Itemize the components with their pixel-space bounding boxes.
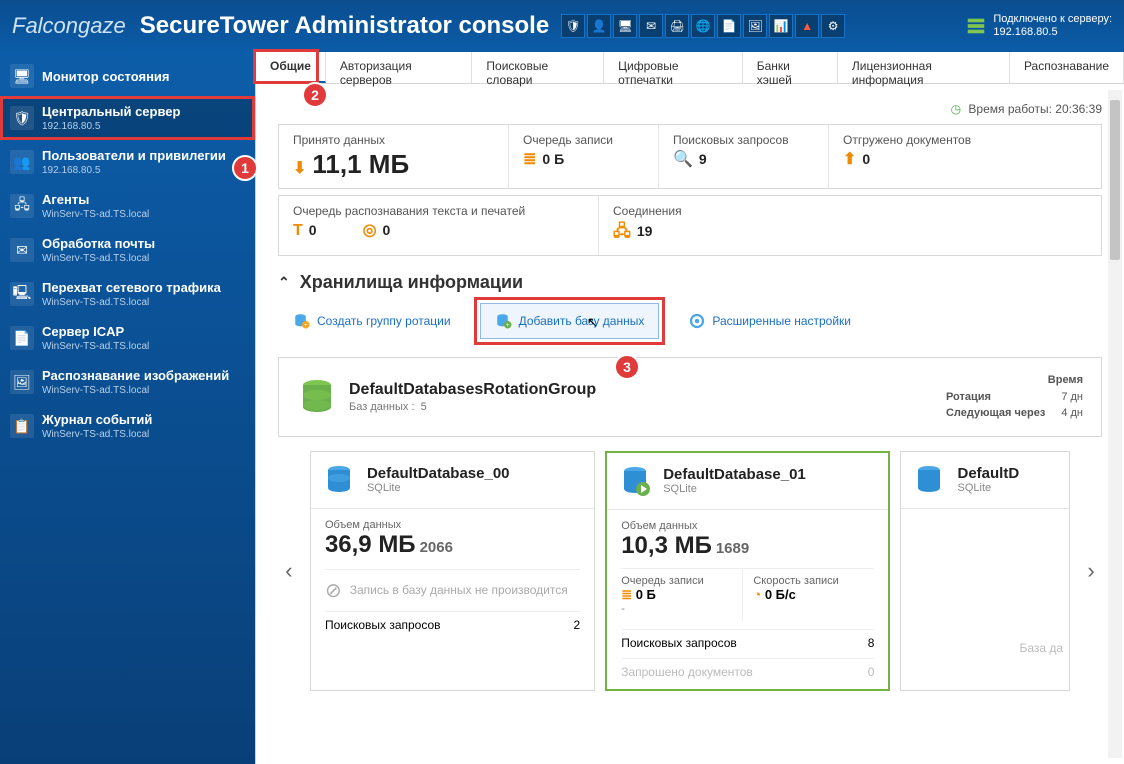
- hdr-icon-alert[interactable]: ▲: [795, 14, 819, 38]
- users-icon: 👥: [10, 150, 34, 174]
- hdr-icon-shield[interactable]: 🛡: [561, 14, 585, 38]
- sidebar-item-monitor[interactable]: 🖥 Монитор состояния: [0, 56, 255, 96]
- hdr-icon-chart[interactable]: 📊: [769, 14, 793, 38]
- callout-1: 1: [232, 155, 258, 181]
- database-icon: [323, 464, 355, 496]
- tab-auth[interactable]: Авторизация серверов: [326, 52, 472, 83]
- db-card-2[interactable]: DefaultD SQLite База да: [900, 451, 1070, 691]
- sidebar-item-log[interactable]: 📋 Журнал событий WinServ-TS-ad.TS.local: [0, 404, 255, 448]
- tab-bar: Общие Авторизация серверов Поисковые сло…: [256, 52, 1124, 84]
- sidebar-item-users[interactable]: 👥 Пользователи и привилегии 192.168.80.5: [0, 140, 255, 184]
- rotation-info: Время Ротация7 дн Следующая через4 дн: [946, 372, 1083, 422]
- svg-text:+: +: [304, 323, 308, 329]
- clock-icon: ◷: [951, 102, 961, 116]
- db-card-0[interactable]: DefaultDatabase_00 SQLite Объем данных 3…: [310, 451, 595, 691]
- server-icon: [965, 15, 987, 37]
- callout-3: 3: [614, 354, 640, 380]
- sidebar-item-agents[interactable]: 🖧 Агенты WinServ-TS-ad.TS.local: [0, 184, 255, 228]
- hdr-icon-user[interactable]: 👤: [587, 14, 611, 38]
- database-group-icon: [297, 377, 337, 417]
- connected-ip: 192.168.80.5: [993, 26, 1112, 39]
- sidebar-item-traffic[interactable]: 🖳 Перехват сетевого трафика WinServ-TS-a…: [0, 272, 255, 316]
- next-arrow[interactable]: ›: [1080, 451, 1102, 691]
- tab-dict[interactable]: Поисковые словари: [472, 52, 604, 83]
- brand: Falcongaze: [12, 13, 126, 39]
- icap-icon: 📄: [10, 326, 34, 350]
- tab-recog[interactable]: Распознавание: [1010, 52, 1124, 83]
- hdr-icon-gear[interactable]: ⚙: [821, 14, 845, 38]
- sidebar-item-icap[interactable]: 📄 Сервер ICAP WinServ-TS-ad.TS.local: [0, 316, 255, 360]
- agents-icon: 🖧: [10, 194, 34, 218]
- traffic-icon: 🖳: [10, 282, 34, 306]
- main-area: Общие Авторизация серверов Поисковые сло…: [255, 52, 1124, 764]
- callout-2: 2: [302, 82, 328, 108]
- add-database-button[interactable]: + Добавить базу данных ↖: [480, 303, 660, 339]
- hdr-icon-doc[interactable]: 📄: [717, 14, 741, 38]
- search-icon: 🔍: [673, 149, 693, 169]
- prev-arrow[interactable]: ‹: [278, 451, 300, 691]
- monitor-icon: 🖥: [10, 64, 34, 88]
- stats-row-1: Принято данных ⬇11,1 МБ Очередь записи ≣…: [278, 124, 1102, 189]
- gear-icon: [688, 312, 706, 330]
- tab-hash[interactable]: Банки хэшей: [743, 52, 838, 83]
- database-icon: [913, 464, 945, 496]
- rotation-group-card[interactable]: DefaultDatabasesRotationGroup Баз данных…: [278, 357, 1102, 437]
- db-card-1[interactable]: DefaultDatabase_01 SQLite Объем данных 1…: [605, 451, 890, 691]
- scrollbar-vertical[interactable]: [1108, 90, 1122, 758]
- chevron-down-icon: ⌃: [278, 274, 290, 291]
- download-icon: ⬇: [293, 158, 306, 178]
- no-write-icon: ⊘: [325, 578, 342, 603]
- stamp-icon: ◎: [363, 220, 377, 240]
- shield-icon: 🛡: [10, 106, 34, 130]
- tab-fingerprints[interactable]: Цифровые отпечатки: [604, 52, 743, 83]
- mail-icon: ✉: [10, 238, 34, 262]
- cursor-icon: ↖: [587, 314, 599, 331]
- hdr-icon-mail[interactable]: ✉: [639, 14, 663, 38]
- product-title: SecureTower Administrator console: [140, 12, 549, 40]
- uptime: ◷ Время работы: 20:36:39: [278, 102, 1102, 116]
- stats-row-2: Очередь распознавания текста и печатей T…: [278, 195, 1102, 256]
- svg-text:+: +: [506, 323, 510, 329]
- header-module-icons: 🛡 👤 🖥 ✉ 🖨 🌐 📄 🖼 📊 ▲ ⚙: [561, 14, 845, 38]
- db-add-icon: +: [495, 312, 513, 330]
- sidebar-item-central-server[interactable]: 🛡 Центральный сервер 192.168.80.5: [0, 96, 255, 140]
- connection-indicator: Подключено к серверу: 192.168.80.5: [965, 13, 1112, 39]
- hdr-icon-monitor[interactable]: 🖥: [613, 14, 637, 38]
- sidebar-item-image-recog[interactable]: 🖼 Распознавание изображений WinServ-TS-a…: [0, 360, 255, 404]
- upload-icon: ⬆: [843, 149, 856, 169]
- section-storage[interactable]: ⌃ Хранилища информации: [278, 272, 1102, 293]
- sidebar: 🖥 Монитор состояния 🛡 Центральный сервер…: [0, 52, 255, 764]
- hdr-icon-printer[interactable]: 🖨: [665, 14, 689, 38]
- group-title: DefaultDatabasesRotationGroup: [349, 381, 596, 399]
- sidebar-item-mail[interactable]: ✉ Обработка почты WinServ-TS-ad.TS.local: [0, 228, 255, 272]
- tab-license[interactable]: Лицензионная информация: [838, 52, 1010, 83]
- tab-general[interactable]: Общие: [256, 52, 326, 83]
- db-add-group-icon: +: [293, 312, 311, 330]
- storage-toolbar: + Создать группу ротации + Добавить базу…: [278, 303, 1102, 339]
- database-active-icon: [619, 465, 651, 497]
- app-header: Falcongaze SecureTower Administrator con…: [0, 0, 1124, 52]
- content: ◷ Время работы: 20:36:39 Принято данных …: [256, 84, 1124, 764]
- connected-label: Подключено к серверу:: [993, 13, 1112, 26]
- hdr-icon-image[interactable]: 🖼: [743, 14, 767, 38]
- queue-icon: ≣: [621, 587, 636, 602]
- image-icon: 🖼: [10, 370, 34, 394]
- create-group-button[interactable]: + Создать группу ротации: [278, 303, 466, 339]
- queue-icon: ≣: [523, 149, 536, 169]
- text-icon: T: [293, 222, 303, 240]
- connection-icon: 🖧: [613, 220, 631, 247]
- log-icon: 📋: [10, 414, 34, 438]
- hdr-icon-net[interactable]: 🌐: [691, 14, 715, 38]
- gauge-icon: ◔: [753, 587, 764, 602]
- advanced-settings-button[interactable]: Расширенные настройки: [673, 303, 866, 339]
- database-row: ‹ DefaultDatabase_00 SQLite Объем данных…: [278, 451, 1102, 691]
